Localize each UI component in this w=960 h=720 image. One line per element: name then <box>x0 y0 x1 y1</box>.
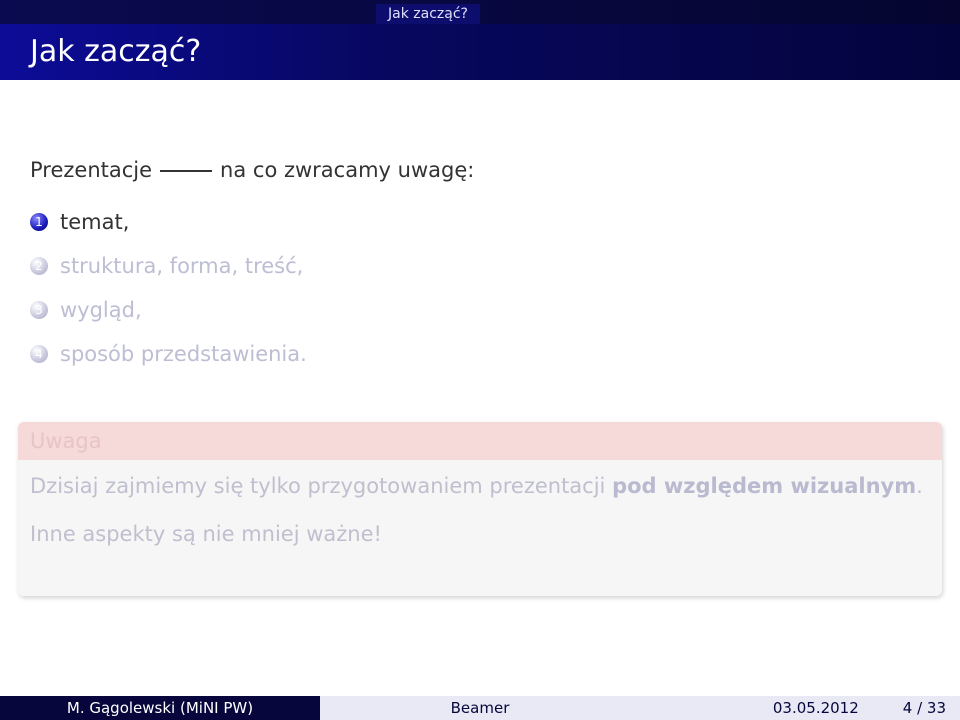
footer-title: Beamer <box>320 696 640 720</box>
list-item: 2 struktura, forma, treść, <box>30 244 307 288</box>
footer-info: 03.05.2012 4 / 33 <box>640 696 960 720</box>
numbered-ball-icon: 4 <box>30 345 48 363</box>
list-item: 4 sposób przedstawienia. <box>30 332 307 376</box>
numbered-ball-icon: 1 <box>30 213 48 231</box>
list-item-text: struktura, forma, treść, <box>60 254 304 278</box>
alert-block-body: Dzisiaj zajmiemy się tylko przygotowanie… <box>18 460 942 596</box>
footer-author: M. Gągolewski (MiNI PW) <box>0 696 320 720</box>
alert-bold-text: pod względem wizualnym <box>612 474 917 498</box>
alert-text: Dzisiaj zajmiemy się tylko przygotowanie… <box>30 474 613 498</box>
alert-paragraph-1: Dzisiaj zajmiemy się tylko przygotowanie… <box>30 470 930 502</box>
alert-paragraph-2: Inne aspekty są nie mniej ważne! <box>30 522 382 546</box>
alert-block: Uwaga Dzisiaj zajmiemy się tylko przygot… <box>18 422 942 596</box>
list-item: 3 wygląd, <box>30 288 307 332</box>
headline-bar: Jak zacząć? <box>0 0 960 24</box>
numbered-ball-icon: 3 <box>30 301 48 319</box>
footer-date: 03.05.2012 <box>772 699 859 717</box>
list-item-text: wygląd, <box>60 298 142 322</box>
intro-line: Prezentacje na co zwracamy uwagę: <box>30 158 474 182</box>
list-item: 1 temat, <box>30 200 307 244</box>
frame-title-bar: Jak zacząć? <box>0 24 960 80</box>
numbered-ball-icon: 2 <box>30 257 48 275</box>
intro-right: na co zwracamy uwagę: <box>220 158 475 182</box>
footer-page-number: 4 / 33 <box>902 699 946 717</box>
alert-block-title: Uwaga <box>18 422 942 460</box>
frame-title: Jak zacząć? <box>30 34 202 69</box>
enumerate-list: 1 temat, 2 struktura, forma, treść, 3 wy… <box>30 200 307 376</box>
em-dash <box>160 170 213 172</box>
list-item-text: temat, <box>60 210 130 234</box>
section-nav-link[interactable]: Jak zacząć? <box>376 4 480 24</box>
intro-left: Prezentacje <box>30 158 153 182</box>
footer-bar: M. Gągolewski (MiNI PW) Beamer 03.05.201… <box>0 696 960 720</box>
alert-text-end: . <box>916 474 923 498</box>
list-item-text: sposób przedstawienia. <box>60 342 307 366</box>
